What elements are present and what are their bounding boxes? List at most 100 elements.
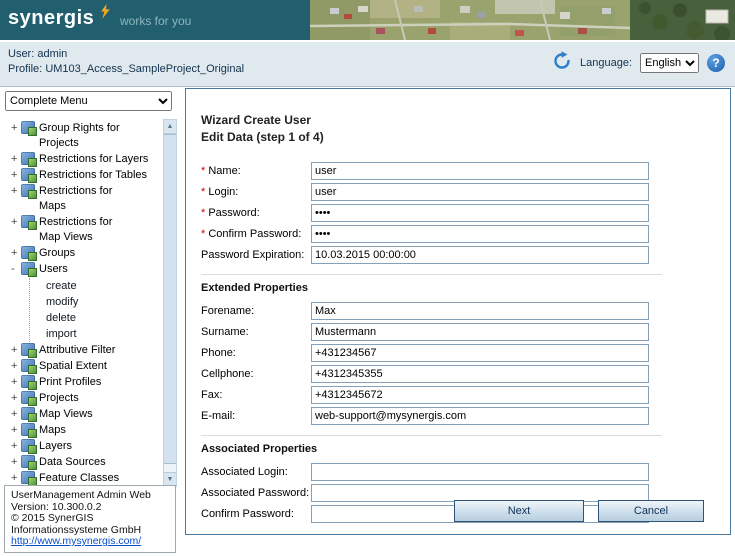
sidebar-item-import[interactable]: import (46, 326, 161, 342)
sidebar-item-label: Spatial Extent (39, 359, 107, 374)
expand-icon[interactable]: + (11, 391, 21, 405)
sidebar-item-projects[interactable]: + Projects (11, 391, 161, 406)
user-line: User: admin (8, 47, 244, 62)
header-map-image (310, 0, 735, 40)
sidebar-item-group-rights-for-projects[interactable]: + Group Rights for Projects (11, 121, 161, 151)
scroll-down-button[interactable]: ▼ (164, 472, 176, 486)
restrictions-tables-icon (21, 168, 35, 181)
sidebar-item-label: Print Profiles (39, 375, 101, 390)
surname-field[interactable] (311, 323, 649, 341)
password-field-label: * Password: (201, 207, 311, 219)
sidebar-item-layers[interactable]: +Layers (11, 439, 161, 454)
fax-field[interactable] (311, 386, 649, 404)
section-extended-properties: Extended PropertiesForename:Surname:Phon… (201, 274, 662, 426)
fax-field-label: Fax: (201, 389, 311, 401)
sidebar-item-restrictions-for-layers[interactable]: + Restrictions for Layers (11, 152, 161, 167)
confirm-associated-password-field-label: Confirm Password: (201, 508, 311, 520)
tree-scrollbar[interactable]: ▲ ▼ (163, 119, 177, 487)
group-rights-icon (21, 121, 35, 134)
collapse-icon[interactable]: - (11, 262, 21, 276)
email-field-label: E-mail: (201, 410, 311, 422)
sidebar-item-map-views[interactable]: + Map Views (11, 407, 161, 422)
sidebar-item-label: Attributive Filter (39, 343, 115, 358)
login-field[interactable] (311, 183, 649, 201)
expand-icon[interactable]: + (11, 184, 21, 198)
form-row: Forename: (201, 300, 662, 321)
sidebar-item-print-profiles[interactable]: + Print Profiles (11, 375, 161, 390)
form-row: Phone: (201, 342, 662, 363)
expand-icon[interactable]: + (11, 168, 21, 182)
sidebar-item-label: Groups (39, 246, 75, 261)
restrictions-map-views-icon (21, 215, 35, 228)
app-logo: synergis (8, 7, 94, 30)
sidebar-item-maps[interactable]: + Maps (11, 423, 161, 438)
phone-field[interactable] (311, 344, 649, 362)
sidebar-item-label: Projects (39, 391, 79, 406)
password-expiration-field[interactable] (311, 246, 649, 264)
cancel-button[interactable]: Cancel (598, 500, 704, 522)
next-button[interactable]: Next (454, 500, 584, 522)
name-field[interactable] (311, 162, 649, 180)
form-row: E-mail: (201, 405, 662, 426)
sidebar-item-label: Restrictions for Layers (39, 152, 148, 167)
sidebar-item-restrictions-for-tables[interactable]: +Restrictions for Tables (11, 168, 161, 183)
scroll-thumb[interactable] (164, 134, 176, 464)
navigation-tree: +Group Rights for Projects+Restrictions … (5, 119, 161, 486)
maps-icon (21, 423, 35, 436)
expand-icon[interactable]: + (11, 359, 21, 373)
email-field[interactable] (311, 407, 649, 425)
sidebar-item-feature-classes[interactable]: + Feature Classes (11, 471, 161, 486)
sidebar-item-attributive-filter[interactable]: + Attributive Filter (11, 343, 161, 358)
sidebar-item-label: Maps (39, 423, 66, 438)
refresh-icon[interactable] (552, 51, 572, 74)
confirm-password-field[interactable] (311, 225, 649, 243)
sidebar: Complete Menu + Group Rights for Projects… (0, 88, 182, 556)
form-row: Surname: (201, 321, 662, 342)
expand-icon[interactable]: + (11, 343, 21, 357)
expand-icon[interactable]: + (11, 471, 21, 485)
logo-bolt-icon (99, 4, 113, 23)
expand-icon[interactable]: + (11, 215, 21, 229)
expand-icon[interactable]: + (11, 246, 21, 260)
expand-icon[interactable]: + (11, 423, 21, 437)
expand-icon[interactable]: + (11, 439, 21, 453)
user-form: * Name: * Login: * Password: * Confirm Pass… (201, 160, 730, 524)
header-tagline: works for you (120, 14, 191, 28)
sidebar-item-label: Map Views (39, 407, 93, 422)
sidebar-item-label: Feature Classes (39, 471, 119, 486)
expand-icon[interactable]: + (11, 152, 21, 166)
menu-mode-select[interactable]: Complete Menu (5, 91, 172, 111)
sidebar-item-groups[interactable]: + Groups (11, 246, 161, 261)
password-field[interactable] (311, 204, 649, 222)
sidebar-item-label: Group Rights for Projects (39, 121, 161, 151)
sidebar-item-restrictions-for-maps[interactable]: +Restrictions for Maps (11, 184, 161, 214)
required-marker: * (201, 165, 205, 177)
data-sources-icon (21, 455, 35, 468)
expand-icon[interactable]: + (11, 455, 21, 469)
sidebar-item-spatial-extent[interactable]: + Spatial Extent (11, 359, 161, 374)
required-marker: * (201, 228, 205, 240)
scroll-up-button[interactable]: ▲ (164, 120, 176, 134)
form-row: * Login: (201, 181, 730, 202)
company-link[interactable]: http://www.mysynergis.com/ (11, 535, 141, 547)
cellphone-field[interactable] (311, 365, 649, 383)
expand-icon[interactable]: + (11, 121, 21, 135)
form-row: * Confirm Password: (201, 223, 730, 244)
expand-icon[interactable]: + (11, 407, 21, 421)
sidebar-item-restrictions-for-map-views[interactable]: +Restrictions for Map Views (11, 215, 161, 245)
forename-field[interactable] (311, 302, 649, 320)
main-panel: Wizard Create User Edit Data (step 1 of … (185, 88, 731, 535)
expand-icon[interactable]: + (11, 375, 21, 389)
associated-login-field[interactable] (311, 463, 649, 481)
sidebar-item-create[interactable]: create (46, 278, 161, 294)
header: synergis works for you (0, 0, 735, 40)
help-icon[interactable]: ? (707, 54, 725, 72)
sidebar-item-modify[interactable]: modify (46, 294, 161, 310)
spatial-extent-icon (21, 359, 35, 372)
associated-password-field[interactable] (311, 484, 649, 502)
sidebar-item-users[interactable]: -Users (11, 262, 161, 277)
language-select[interactable]: English (640, 53, 699, 73)
sidebar-item-delete[interactable]: delete (46, 310, 161, 326)
name-field-label: * Name: (201, 165, 311, 177)
sidebar-item-data-sources[interactable]: +Data Sources (11, 455, 161, 470)
